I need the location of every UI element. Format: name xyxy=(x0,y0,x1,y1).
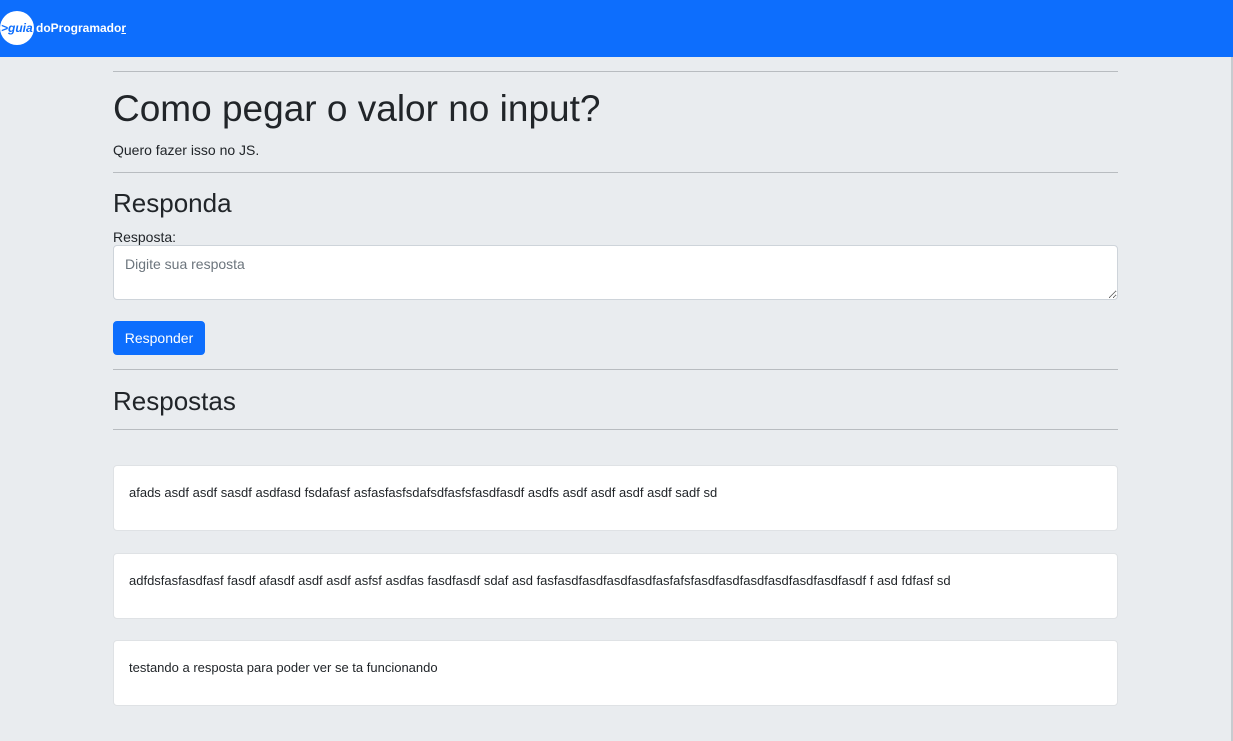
divider xyxy=(113,429,1118,430)
answers-heading: Respostas xyxy=(113,386,236,416)
logo-wordmark: doProgramado xyxy=(36,21,122,35)
answer-text: adfdsfasfasdfasf fasdf afasdf asdf asdf … xyxy=(129,573,951,588)
logo-wordmark-cursor: r xyxy=(121,21,127,35)
divider xyxy=(113,172,1118,173)
submit-answer-button[interactable]: Responder xyxy=(113,321,205,355)
answer-card: afads asdf asdf sasdf asdfasd fsdafasf a… xyxy=(113,465,1118,531)
logo-badge: >guia xyxy=(0,11,34,45)
answer-textarea[interactable] xyxy=(113,245,1118,300)
answer-card: adfdsfasfasdfasf fasdf afasdf asdf asdf … xyxy=(113,553,1118,619)
top-navbar: >guia doProgramador xyxy=(0,0,1233,57)
answer-form-heading: Responda xyxy=(113,188,232,218)
answer-field-label: Resposta: xyxy=(113,229,177,245)
logo-badge-text: >guia xyxy=(1,21,33,35)
answer-text: afads asdf asdf sasdf asdfasd fsdafasf a… xyxy=(129,485,718,500)
question-description: Quero fazer isso no JS. xyxy=(113,142,260,158)
question-title: Como pegar o valor no input? xyxy=(113,88,601,129)
answer-card: testando a resposta para poder ver se ta… xyxy=(113,640,1118,706)
divider xyxy=(113,369,1118,370)
logo-text: doProgramador xyxy=(36,21,126,35)
site-logo[interactable]: >guia doProgramador xyxy=(0,11,126,45)
answer-text: testando a resposta para poder ver se ta… xyxy=(129,660,438,675)
divider xyxy=(113,71,1118,72)
